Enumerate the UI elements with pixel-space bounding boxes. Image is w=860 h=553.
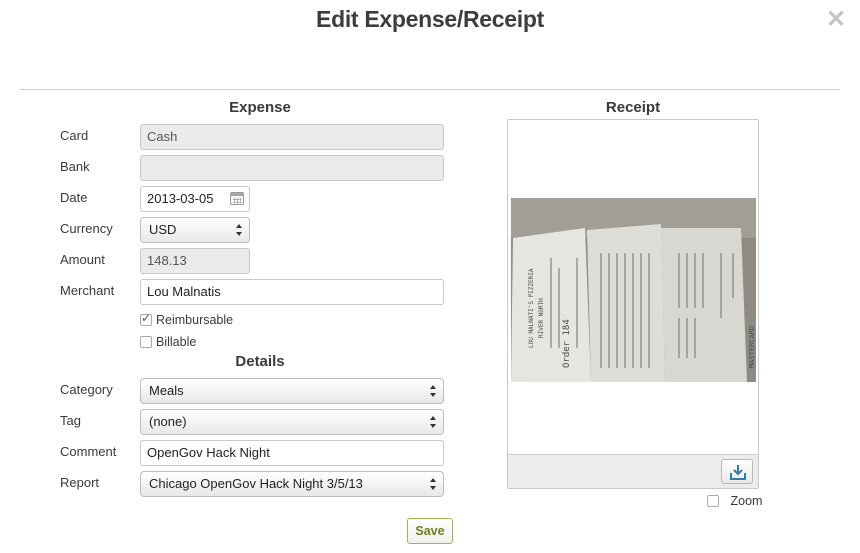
billable-row[interactable]: Billable <box>140 335 196 349</box>
tag-select[interactable]: (none) <box>140 409 444 435</box>
save-button[interactable]: Save <box>407 518 453 544</box>
receipt-image[interactable]: LOU MALNATI'S PIZZERIA RIVER NORTH Order… <box>511 198 756 382</box>
close-icon[interactable]: ✕ <box>826 8 846 32</box>
bank-field <box>140 155 444 181</box>
merchant-label: Merchant <box>60 283 115 298</box>
zoom-label: Zoom <box>730 494 763 508</box>
tag-label: Tag <box>60 413 81 428</box>
reimbursable-label: Reimbursable <box>156 313 234 327</box>
date-value: 2013-03-05 <box>147 191 214 206</box>
date-field[interactable]: 2013-03-05 <box>140 186 250 212</box>
comment-input[interactable]: OpenGov Hack Night <box>140 440 444 466</box>
tag-value: (none) <box>149 414 187 429</box>
select-arrows-icon <box>430 385 436 397</box>
category-value: Meals <box>149 383 184 398</box>
download-icon <box>730 465 746 480</box>
currency-select[interactable]: USD <box>140 217 250 243</box>
select-arrows-icon <box>236 224 242 236</box>
category-select[interactable]: Meals <box>140 378 444 404</box>
report-select[interactable]: Chicago OpenGov Hack Night 3/5/13 <box>140 471 444 497</box>
currency-value: USD <box>149 222 177 237</box>
header-divider <box>20 89 840 90</box>
currency-label: Currency <box>60 221 113 236</box>
zoom-checkbox[interactable] <box>707 495 719 507</box>
receipt-heading: Receipt <box>605 99 661 116</box>
amount-field: 148.13 <box>140 248 250 274</box>
billable-checkbox[interactable] <box>140 336 152 348</box>
expense-heading: Expense <box>229 99 291 116</box>
reimbursable-row[interactable]: Reimbursable <box>140 311 234 327</box>
category-label: Category <box>60 382 113 397</box>
zoom-row[interactable]: Zoom <box>707 494 762 508</box>
download-button[interactable] <box>721 459 753 484</box>
billable-label: Billable <box>156 335 197 349</box>
dialog-title: Edit Expense/Receipt <box>316 6 544 32</box>
card-label: Card <box>60 128 89 143</box>
card-field: Cash <box>140 124 444 150</box>
receipt-card-text: MASTERCARD <box>748 326 756 368</box>
reimbursable-checkbox[interactable] <box>140 311 152 326</box>
receipt-footer <box>508 454 758 488</box>
calendar-icon[interactable] <box>230 192 244 205</box>
receipt-merchant-text: LOU MALNATI'S PIZZERIA <box>528 268 535 348</box>
details-heading: Details <box>235 353 285 370</box>
report-value: Chicago OpenGov Hack Night 3/5/13 <box>149 476 363 491</box>
receipt-location-text: RIVER NORTH <box>538 298 545 338</box>
amount-label: Amount <box>60 252 105 267</box>
select-arrows-icon <box>430 416 436 428</box>
comment-label: Comment <box>60 444 117 459</box>
merchant-input[interactable]: Lou Malnatis <box>140 279 444 305</box>
bank-label: Bank <box>60 159 90 174</box>
date-label: Date <box>60 190 88 205</box>
report-label: Report <box>60 475 100 490</box>
receipt-order-text: Order 184 <box>562 319 572 368</box>
receipt-panel: LOU MALNATI'S PIZZERIA RIVER NORTH Order… <box>507 119 759 489</box>
select-arrows-icon <box>430 478 436 490</box>
